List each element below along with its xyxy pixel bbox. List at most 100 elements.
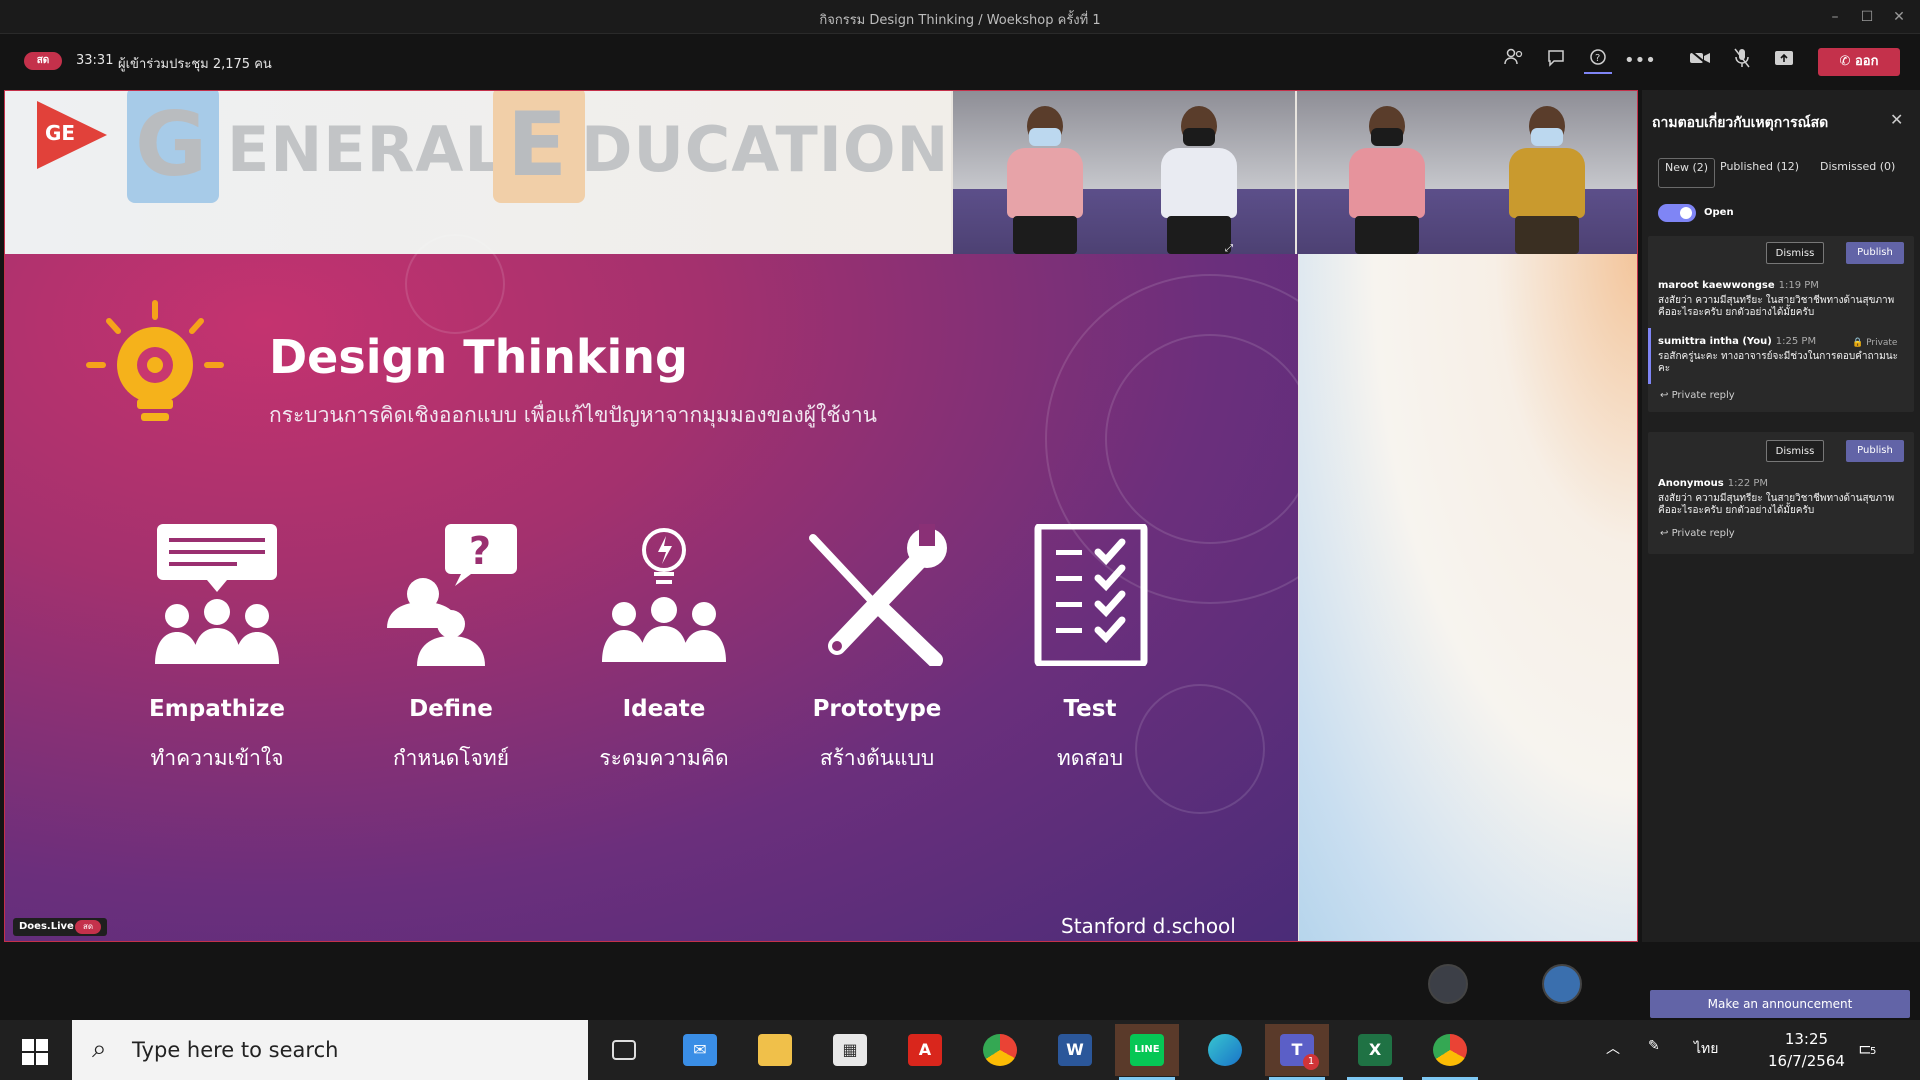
chrome-icon[interactable] bbox=[968, 1024, 1032, 1076]
file-explorer-icon[interactable] bbox=[743, 1024, 807, 1076]
chrome-profile-icon[interactable] bbox=[1418, 1024, 1482, 1080]
step-label-th: ระดมความคิด bbox=[599, 746, 729, 770]
qa-icon[interactable]: ? bbox=[1584, 48, 1612, 74]
acrobat-icon[interactable]: A bbox=[893, 1024, 957, 1076]
svg-text:?: ? bbox=[1595, 53, 1600, 64]
excel-icon[interactable]: X bbox=[1343, 1024, 1407, 1080]
word-icon[interactable]: W bbox=[1043, 1024, 1107, 1076]
minimize-button[interactable]: – bbox=[1822, 6, 1848, 28]
lock-icon: 🔒 bbox=[1852, 338, 1864, 348]
people-question-icon: ? bbox=[387, 524, 517, 666]
question-author: Anonymous bbox=[1658, 478, 1724, 489]
publish-button[interactable]: Publish bbox=[1846, 440, 1904, 462]
reply-text: รอสักครู่นะคะ ทางอาจารย์จะมีช่วงในการตอบ… bbox=[1658, 351, 1898, 374]
chat-icon[interactable] bbox=[1542, 48, 1570, 74]
line-icon[interactable]: LINE bbox=[1115, 1024, 1179, 1080]
private-tag: 🔒 Private bbox=[1852, 338, 1898, 348]
dismiss-button[interactable]: Dismiss bbox=[1766, 440, 1824, 462]
taskbar-search-box[interactable]: ⌕ Type here to search bbox=[72, 1020, 588, 1080]
tab-dismissed[interactable]: Dismissed (0) bbox=[1820, 160, 1895, 173]
tools-icon bbox=[809, 524, 947, 668]
step-label-th: กำหนดโจทย์ bbox=[392, 746, 510, 770]
camera-off-icon[interactable] bbox=[1686, 48, 1714, 74]
open-toggle[interactable] bbox=[1658, 204, 1696, 222]
banner-text-eneral: ENERAL bbox=[227, 113, 505, 186]
notification-icon[interactable]: ▭ 5 bbox=[1858, 1036, 1877, 1060]
task-view-icon[interactable] bbox=[592, 1024, 656, 1076]
step-label-th: สร้างต้นแบบ bbox=[819, 746, 935, 770]
live-tag-badge: สด bbox=[75, 920, 101, 934]
search-placeholder: Type here to search bbox=[132, 1038, 339, 1062]
qa-panel-title: ถามตอบเกี่ยวกับเหตุการณ์สด bbox=[1652, 115, 1829, 131]
publish-button[interactable]: Publish bbox=[1846, 242, 1904, 264]
speaker-3 bbox=[1341, 106, 1431, 254]
language-indicator[interactable]: ไทย bbox=[1694, 1038, 1718, 1060]
search-icon: ⌕ bbox=[92, 1034, 107, 1064]
private-reply-link[interactable]: ↩ Private reply bbox=[1660, 528, 1735, 539]
step-ideate: Ideate ระดมความคิด bbox=[574, 524, 754, 775]
teams-icon[interactable]: T1 bbox=[1265, 1024, 1329, 1080]
svg-text:?: ? bbox=[469, 529, 491, 573]
banner-letter-e: E bbox=[507, 93, 570, 196]
ge-logo: GE bbox=[37, 101, 107, 169]
step-label-th: ทำความเข้าใจ bbox=[150, 746, 284, 770]
leave-label: ออก bbox=[1854, 54, 1879, 69]
question-card: Dismiss Publish maroot kaewwongse 1:19 PM… bbox=[1648, 236, 1914, 412]
step-prototype: Prototype สร้างต้นแบบ bbox=[787, 524, 967, 775]
pen-icon[interactable]: ✎ bbox=[1648, 1038, 1660, 1054]
private-reply-link[interactable]: ↩ Private reply bbox=[1660, 390, 1735, 401]
more-options-icon[interactable]: ••• bbox=[1624, 48, 1656, 74]
question-card: Dismiss Publish Anonymous 1:22 PM สงสัยว่… bbox=[1648, 432, 1914, 554]
phone-icon: ✆ bbox=[1839, 54, 1855, 69]
video-feed-1[interactable]: ⤢ bbox=[953, 91, 1295, 254]
system-clock[interactable]: 13:25 16/7/2564 bbox=[1768, 1028, 1845, 1072]
elapsed-time: 33:31 bbox=[76, 53, 114, 68]
leave-button[interactable]: ✆ ออก bbox=[1818, 48, 1900, 76]
step-test: Test ทดสอบ bbox=[1000, 522, 1180, 775]
chevron-up-icon[interactable]: ︿ bbox=[1606, 1038, 1620, 1058]
step-label-en: Ideate bbox=[622, 696, 706, 722]
question-text: สงสัยว่า ความมีสุนทรียะ ในสายวิชาชีพทางด… bbox=[1658, 493, 1895, 516]
close-window-button[interactable]: ✕ bbox=[1886, 6, 1912, 28]
teams-badge: 1 bbox=[1303, 1054, 1319, 1070]
step-empathize: Empathize ทำความเข้าใจ bbox=[127, 524, 307, 775]
watercolor-background bbox=[1299, 254, 1637, 941]
participant-avatar[interactable] bbox=[1542, 964, 1582, 1004]
window-title: กิจกรรม Design Thinking / Woekshop ครั้ง… bbox=[819, 13, 1101, 28]
expand-icon[interactable]: ⤢ bbox=[1225, 243, 1241, 254]
share-screen-icon[interactable] bbox=[1770, 48, 1798, 74]
question-message: Anonymous 1:22 PM สงสัยว่า ความมีสุนทรียะ… bbox=[1658, 478, 1904, 517]
people-icon[interactable] bbox=[1500, 48, 1528, 74]
reply-icon: ↩ bbox=[1660, 528, 1669, 539]
speaker-1 bbox=[999, 106, 1089, 254]
make-announcement-button[interactable]: Make an announcement bbox=[1650, 990, 1910, 1018]
step-label-th: ทดสอบ bbox=[1056, 746, 1124, 770]
mail-icon[interactable]: ✉ bbox=[668, 1024, 732, 1076]
speaker-4 bbox=[1501, 106, 1591, 254]
reply-time: 1:25 PM bbox=[1775, 336, 1817, 347]
maximize-button[interactable]: ☐ bbox=[1854, 6, 1880, 28]
clock-time: 13:25 bbox=[1784, 1030, 1829, 1048]
clock-date: 16/7/2564 bbox=[1768, 1052, 1845, 1070]
tab-published[interactable]: Published (12) bbox=[1720, 160, 1799, 173]
dismiss-button[interactable]: Dismiss bbox=[1766, 242, 1824, 264]
window-titlebar: กิจกรรม Design Thinking / Woekshop ครั้ง… bbox=[0, 0, 1920, 34]
presentation-stage: GE G ENERAL E DUCATION ⤢ Design Thinking… bbox=[4, 90, 1638, 942]
windows-taskbar: ⌕ Type here to search ✉ ▦ A W LINE T1 X … bbox=[0, 1020, 1920, 1080]
people-speech-icon bbox=[155, 524, 279, 664]
step-label-en: Prototype bbox=[812, 696, 942, 722]
step-label-en: Test bbox=[1063, 696, 1117, 722]
tab-new[interactable]: New (2) bbox=[1658, 158, 1716, 188]
people-idea-icon bbox=[602, 528, 726, 662]
windows-start-icon[interactable] bbox=[22, 1039, 48, 1065]
store-icon[interactable]: ▦ bbox=[818, 1024, 882, 1076]
close-icon[interactable]: ✕ bbox=[1890, 110, 1903, 129]
mic-off-icon[interactable] bbox=[1728, 48, 1756, 74]
slide-credit: Stanford d.school bbox=[1061, 914, 1236, 938]
banner-text-ducation: DUCATION bbox=[581, 113, 950, 186]
video-feed-2[interactable] bbox=[1297, 91, 1637, 254]
edge-icon[interactable] bbox=[1193, 1024, 1257, 1076]
participant-avatar[interactable] bbox=[1428, 964, 1468, 1004]
step-label-en: Empathize bbox=[149, 696, 285, 722]
slide-title: Design Thinking bbox=[269, 330, 688, 384]
